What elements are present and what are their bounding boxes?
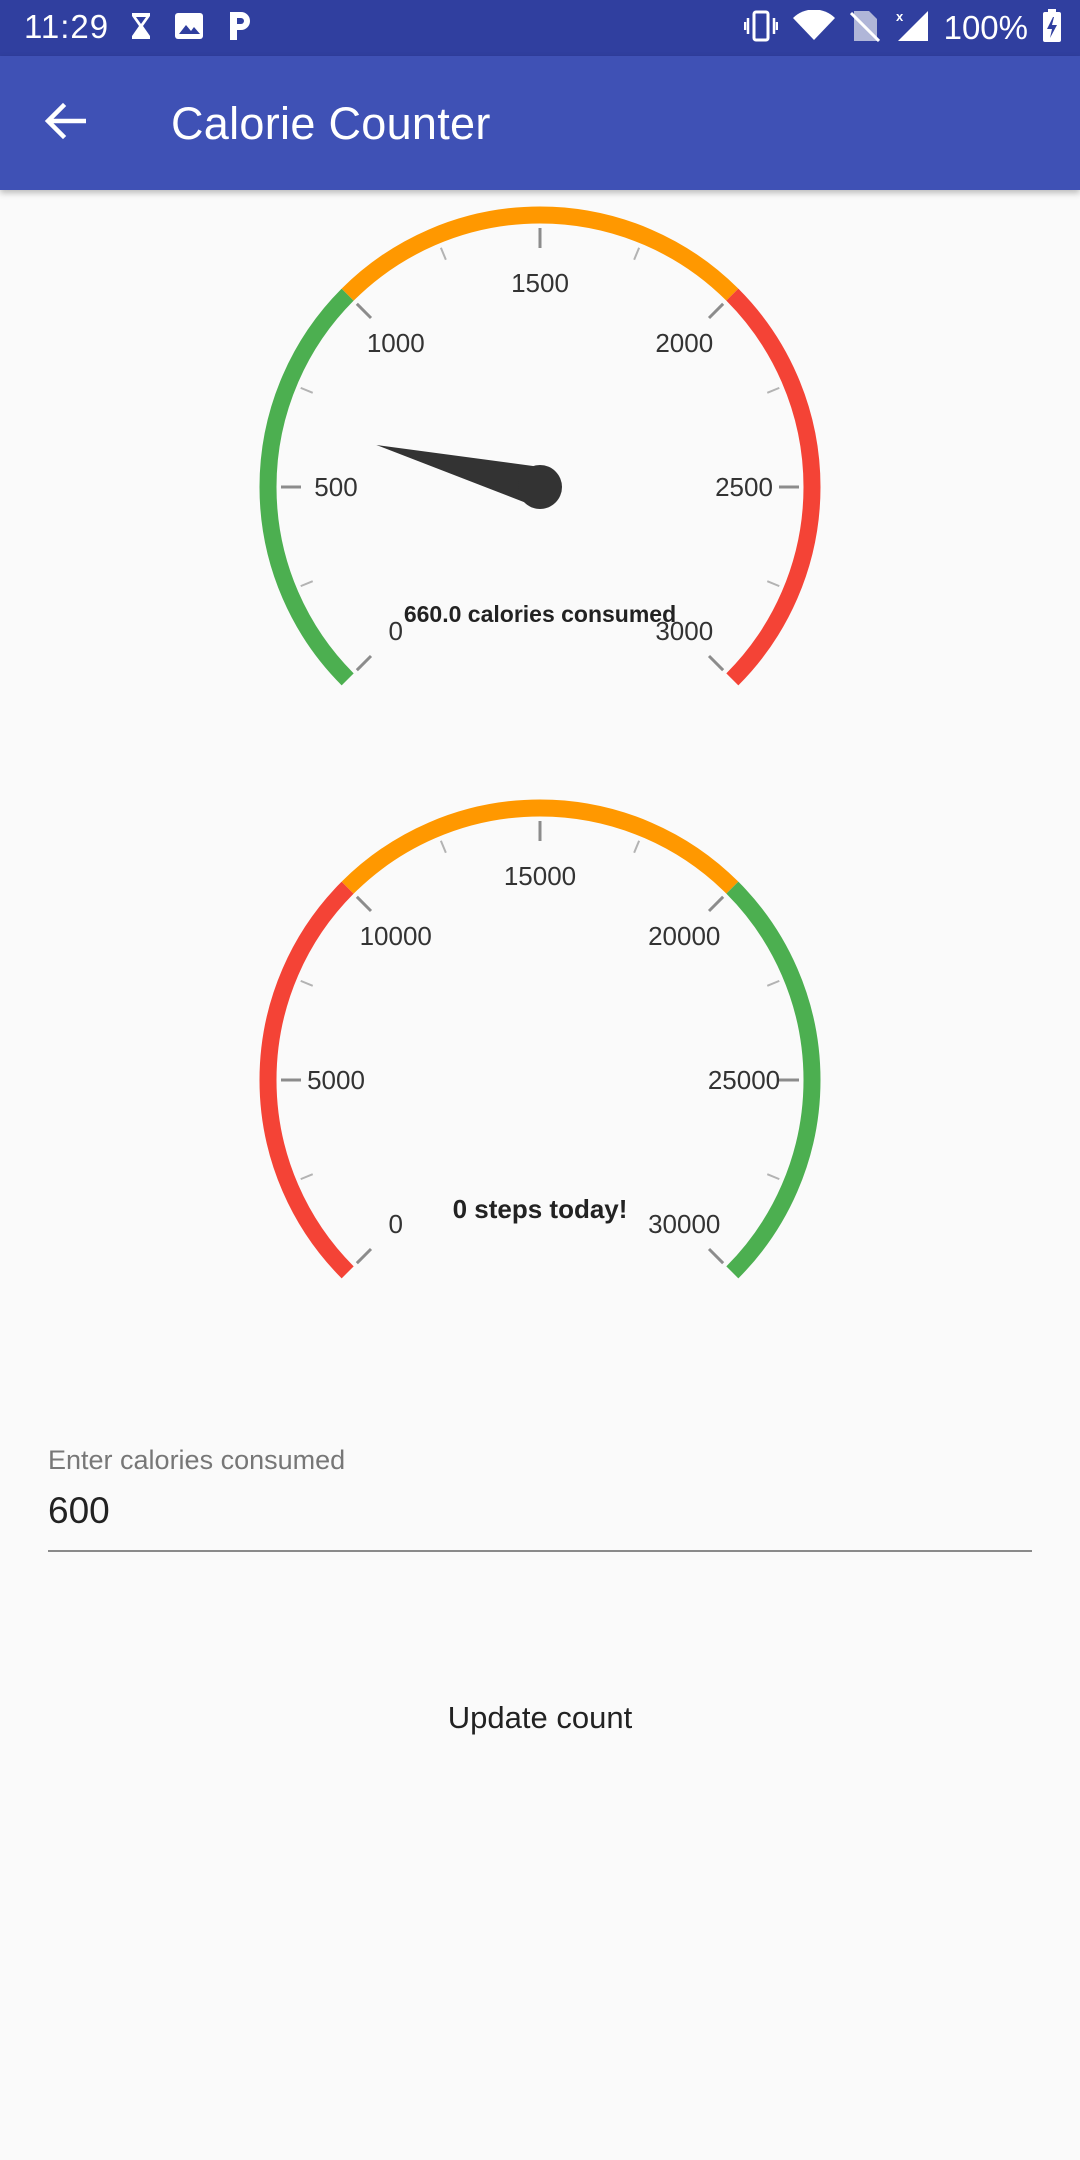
gauge-minor-tick (766, 580, 780, 588)
gauge-minor-tick (439, 247, 447, 261)
gauge-tick-label: 10000 (360, 921, 432, 951)
no-sim-icon (849, 9, 880, 48)
gauge-major-tick (355, 1247, 373, 1265)
status-icons-left (130, 10, 254, 46)
gauge-minor-tick (633, 247, 641, 261)
status-bar: 11:29 x 100% (0, 0, 1080, 56)
p-app-icon (226, 10, 254, 47)
gauge-tick-label: 25000 (708, 1065, 780, 1095)
calorie-gauge-svg: 0 500 1000 1500 2000 2500 3000 660.0 cal… (259, 206, 821, 686)
gauge-tick-label: 500 (314, 472, 357, 502)
gauge-minor-tick (300, 979, 314, 987)
calorie-gauge: 0 500 1000 1500 2000 2500 3000 660.0 cal… (0, 190, 1080, 750)
gauge-tick-label: 2500 (715, 472, 773, 502)
image-icon (174, 12, 204, 45)
wifi-icon (792, 8, 836, 47)
svg-text:x: x (896, 9, 904, 24)
back-button[interactable] (32, 90, 98, 156)
gauge-tick-label: 1000 (367, 328, 425, 358)
gauge-major-tick (707, 654, 725, 672)
gauge-tick-label: 30000 (648, 1209, 720, 1239)
hourglass-icon (130, 12, 152, 45)
gauge-minor-tick (766, 979, 780, 987)
gauge-major-tick (707, 1247, 725, 1265)
gauge-tick-label: 20000 (648, 921, 720, 951)
app-bar: Calorie Counter (0, 56, 1080, 190)
gauge-needle (376, 444, 545, 507)
gauge-minor-tick (439, 840, 447, 854)
gauge-minor-tick (300, 580, 314, 588)
gauge-major-tick (707, 895, 725, 913)
gauge-major-tick (355, 895, 373, 913)
signal-icon: x (894, 9, 930, 48)
gauge-major-tick (707, 302, 725, 320)
update-count-button[interactable]: Update count (390, 1680, 690, 1756)
arrow-back-icon (44, 102, 87, 145)
calorie-gauge-caption: 660.0 calories consumed (404, 601, 676, 627)
gauge-tick-label: 0 (389, 1209, 403, 1239)
gauge-minor-tick (766, 1173, 780, 1181)
gauge-tick-label: 2000 (655, 328, 713, 358)
gauge-needle-hub (518, 465, 562, 509)
gauge-major-tick (355, 302, 373, 320)
status-time: 11:29 (24, 8, 110, 45)
gauge-tick-label: 1500 (511, 268, 569, 298)
gauge-tick-label: 15000 (504, 861, 576, 891)
calorie-input-label: Enter calories consumed (48, 1445, 346, 1475)
steps-gauge-caption: 0 steps today! (453, 1194, 628, 1224)
steps-gauge-svg: 0 5000 10000 15000 20000 25000 30000 0 s… (259, 799, 821, 1279)
gauge-minor-tick (633, 840, 641, 854)
battery-charging-icon (1042, 8, 1062, 48)
vibrate-icon (743, 10, 778, 47)
gauge-tick-label: 5000 (307, 1065, 365, 1095)
steps-gauge: 0 5000 10000 15000 20000 25000 30000 0 s… (0, 783, 1080, 1343)
calorie-input[interactable] (48, 1490, 1032, 1552)
gauge-major-tick (355, 654, 373, 672)
gauge-minor-tick (300, 386, 314, 394)
gauge-minor-tick (300, 1173, 314, 1181)
calorie-input-group: Enter calories consumed (48, 1445, 1032, 1552)
page-title: Calorie Counter (171, 98, 491, 149)
gauge-minor-tick (766, 386, 780, 394)
battery-percent: 100% (943, 9, 1028, 46)
status-icons-right: x 100% (743, 8, 1062, 48)
gauge-tick-label: 0 (389, 616, 403, 646)
